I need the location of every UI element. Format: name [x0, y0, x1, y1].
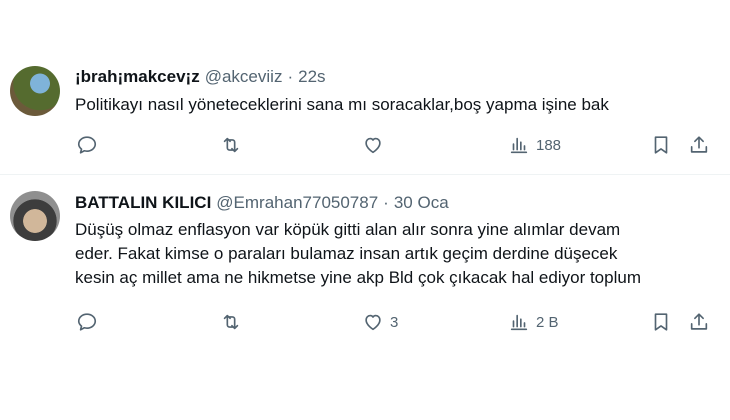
- views-count: 188: [536, 136, 562, 154]
- retweet-button[interactable]: [220, 134, 248, 156]
- tweet-text: Politikayı nasıl yöneteceklerini sana mı…: [75, 93, 720, 117]
- separator-dot: ·: [383, 193, 389, 212]
- timestamp[interactable]: 30 Oca: [394, 193, 449, 213]
- reply-icon: [77, 313, 97, 331]
- retweet-icon: [223, 137, 239, 153]
- share-button[interactable]: [688, 134, 710, 156]
- bookmark-icon: [654, 136, 668, 154]
- display-name[interactable]: BATTALIN KILICI: [75, 193, 211, 213]
- avatar[interactable]: [10, 191, 60, 241]
- user-handle[interactable]: @Emrahan77050787: [216, 193, 378, 213]
- tweet-actions: 3 2 B: [0, 311, 730, 337]
- tweet-actions: 188: [0, 134, 730, 160]
- views-icon: [510, 314, 528, 331]
- tweet-text-line: eder. Fakat kimse o paraları bulamaz ins…: [75, 244, 618, 263]
- user-handle[interactable]: @akceviiz: [205, 67, 283, 87]
- tweet-text-line: Politikayı nasıl yöneteceklerini sana mı…: [75, 95, 609, 114]
- tweet-text-line: kesin aç millet ama ne hikmetse yine akp…: [75, 268, 641, 287]
- tweet-text-line: Düşüş olmaz enflasyon var köpük gitti al…: [75, 220, 621, 239]
- views-count: 2 B: [536, 313, 559, 331]
- reply-icon: [77, 136, 97, 154]
- tweet[interactable]: BATTALIN KILICI @Emrahan77050787 · 30 Oc…: [0, 175, 730, 355]
- share-button[interactable]: [688, 311, 710, 333]
- bookmark-button[interactable]: [650, 134, 672, 156]
- tweet-header: ¡brah¡makcev¡z @akceviiz · 22s: [75, 66, 326, 88]
- tweet[interactable]: ¡brah¡makcev¡z @akceviiz · 22s Politikay…: [0, 48, 730, 174]
- share-icon: [690, 136, 708, 153]
- timestamp[interactable]: 22s: [298, 67, 325, 87]
- reply-button[interactable]: [76, 134, 104, 156]
- separator-dot: ·: [287, 67, 294, 86]
- like-button[interactable]: [362, 134, 390, 156]
- bookmark-icon: [654, 313, 668, 331]
- retweet-icon: [223, 314, 239, 330]
- retweet-button[interactable]: [220, 311, 248, 333]
- reply-button[interactable]: [76, 311, 104, 333]
- bookmark-button[interactable]: [650, 311, 672, 333]
- heart-icon: [365, 314, 381, 331]
- like-count: 3: [390, 313, 399, 331]
- tweet-header: BATTALIN KILICI @Emrahan77050787 · 30 Oc…: [75, 192, 449, 214]
- like-button[interactable]: 3: [362, 311, 398, 333]
- views-button[interactable]: 188: [508, 134, 561, 156]
- heart-icon: [365, 137, 381, 154]
- views-button[interactable]: 2 B: [508, 311, 559, 333]
- display-name[interactable]: ¡brah¡makcev¡z: [75, 67, 200, 87]
- views-icon: [510, 137, 528, 154]
- tweet-text: Düşüş olmaz enflasyon var köpük gitti al…: [75, 218, 720, 290]
- avatar[interactable]: [10, 66, 60, 116]
- share-icon: [690, 313, 708, 330]
